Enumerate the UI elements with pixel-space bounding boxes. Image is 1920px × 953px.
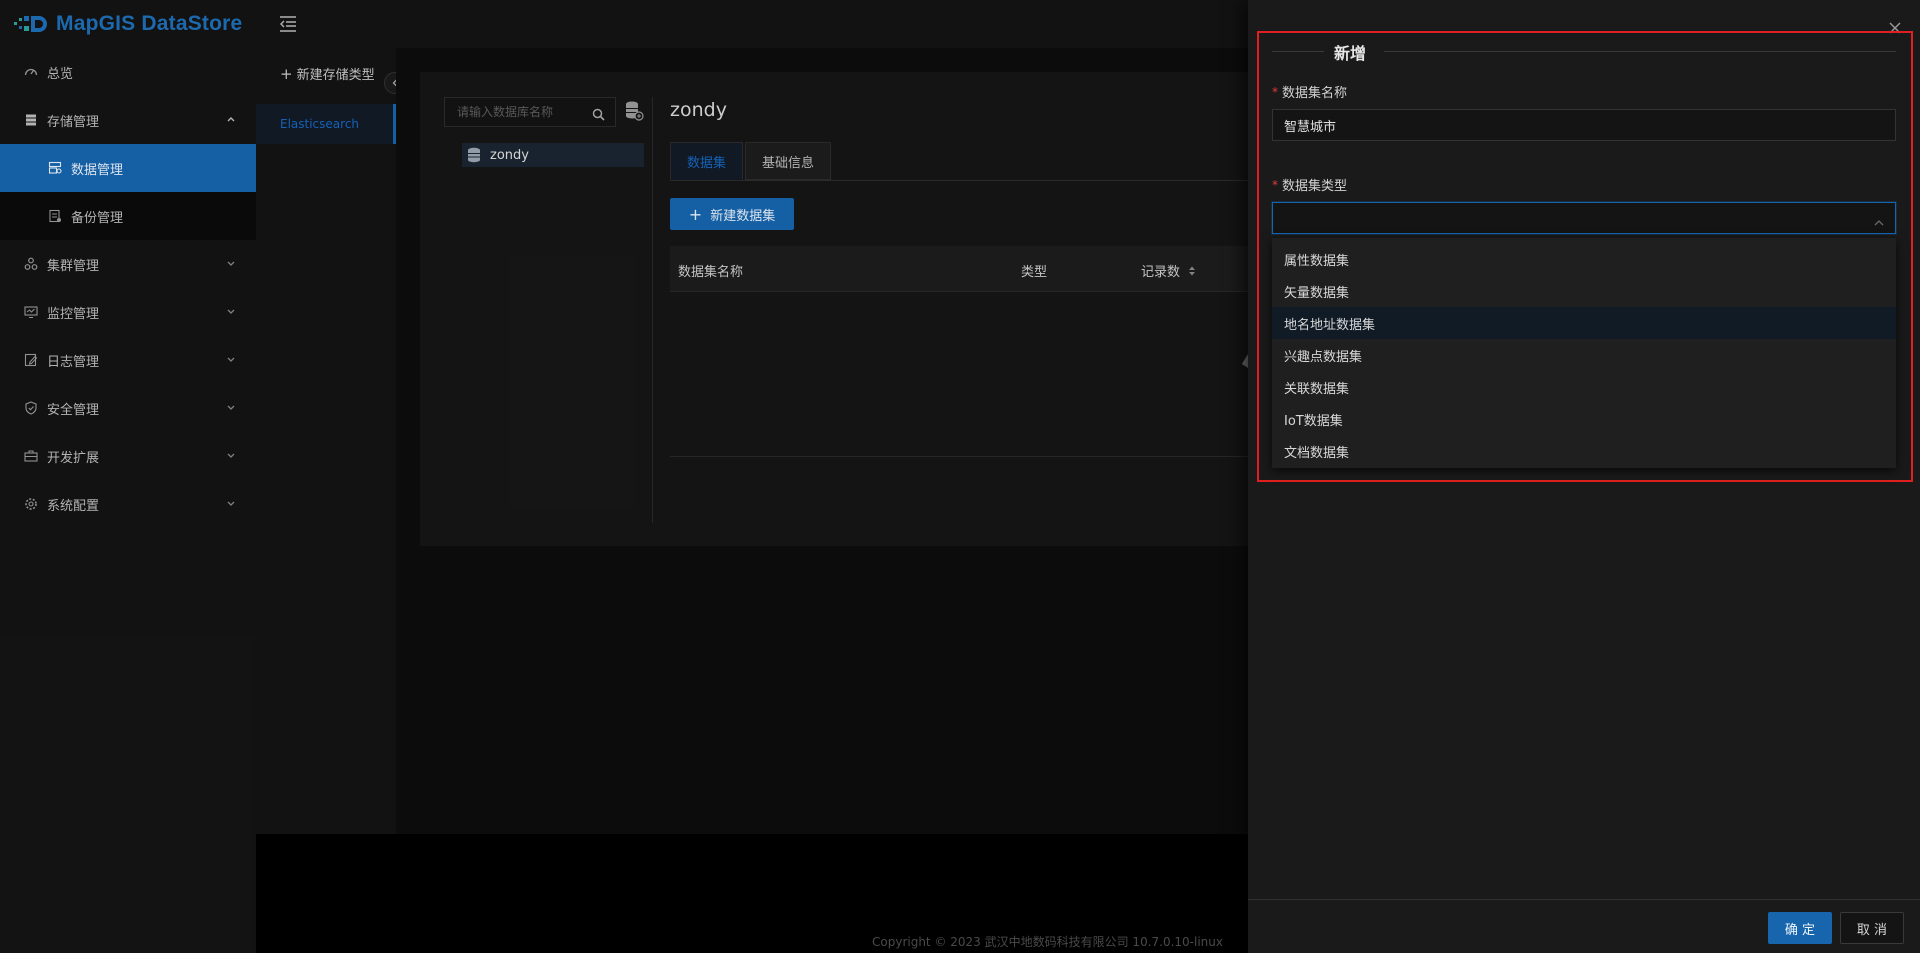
required-mark: *: [1272, 84, 1278, 99]
dataset-type-label: * 数据集类型: [1272, 177, 1348, 195]
add-dataset-drawer: 新增 * 数据集名称 * 数据集类型 属性数据集 矢量数据集 地名地址数据集 兴…: [1248, 0, 1920, 953]
dataset-type-dropdown: 属性数据集 矢量数据集 地名地址数据集 兴趣点数据集 关联数据集 IoT数据集 …: [1272, 238, 1896, 468]
drawer-mask[interactable]: [0, 0, 1248, 953]
dropdown-option[interactable]: IoT数据集: [1272, 403, 1896, 435]
drawer-title: 新增: [1334, 44, 1367, 63]
dataset-name-label: * 数据集名称: [1272, 84, 1348, 102]
dropdown-option[interactable]: 文档数据集: [1272, 435, 1896, 467]
title-line-left: [1272, 51, 1324, 52]
dataset-type-select[interactable]: [1272, 202, 1896, 234]
cancel-button[interactable]: 取 消: [1840, 912, 1904, 944]
confirm-button[interactable]: 确 定: [1768, 912, 1832, 944]
title-line-right: [1384, 51, 1896, 52]
dropdown-option[interactable]: 地名地址数据集: [1272, 307, 1896, 339]
dropdown-option[interactable]: 矢量数据集: [1272, 275, 1896, 307]
dropdown-option[interactable]: 关联数据集: [1272, 371, 1896, 403]
dropdown-option[interactable]: 兴趣点数据集: [1272, 339, 1896, 371]
chevron-up-icon: [1873, 213, 1885, 226]
drawer-footer: 确 定 取 消: [1248, 899, 1920, 953]
required-mark: *: [1272, 177, 1278, 192]
dropdown-option[interactable]: 属性数据集: [1272, 243, 1896, 275]
form-section-title: 新增: [1272, 38, 1896, 64]
dataset-name-input[interactable]: [1272, 109, 1896, 141]
